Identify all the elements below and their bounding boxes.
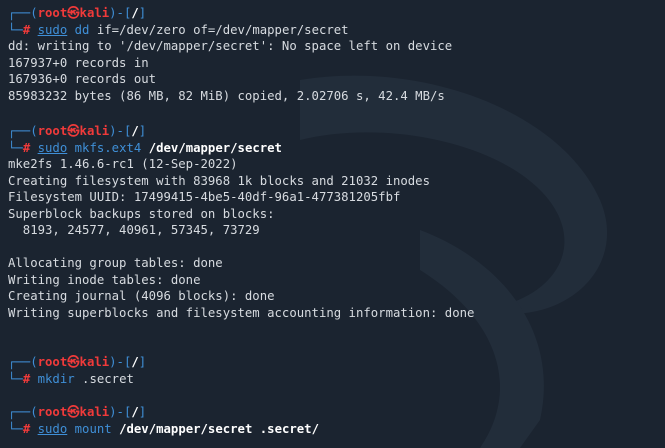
- prompt-box-left: ┌──(: [8, 355, 38, 369]
- prompt-box-mid: )-[: [109, 6, 132, 20]
- command-token: sudo: [37, 22, 68, 37]
- command-token: sudo: [37, 421, 68, 436]
- prompt-box-right: ]: [138, 355, 147, 369]
- prompt-path: /: [131, 124, 139, 138]
- output-line: Writing superblocks and filesystem accou…: [8, 305, 475, 320]
- output-line: Creating journal (4096 blocks): done: [8, 289, 275, 303]
- prompt-header: ┌──(root㉿kali)-[/]: [8, 354, 146, 370]
- prompt-box-right: ]: [138, 405, 147, 419]
- prompt-box-right: ]: [138, 6, 147, 20]
- output-line: Creating filesystem with 83968 1k blocks…: [8, 173, 430, 188]
- output-line: 167936+0 records out: [8, 72, 157, 86]
- command-token: [141, 141, 148, 155]
- prompt-box-mid: )-[: [109, 124, 132, 138]
- prompt-path: /: [131, 355, 139, 369]
- prompt-corner: └─: [8, 22, 23, 37]
- command-token: [112, 422, 119, 436]
- command-token: /dev/mapper/secret .secret/: [119, 421, 319, 436]
- prompt-box-right: ]: [138, 124, 147, 138]
- prompt-box-mid: )-[: [109, 405, 132, 419]
- output-line: Writing inode tables: done: [8, 272, 201, 287]
- prompt-user-host: root㉿kali: [37, 6, 110, 20]
- command-line[interactable]: └─# sudo mount /dev/mapper/secret .secre…: [8, 421, 319, 437]
- prompt-header: ┌──(root㉿kali)-[/]: [8, 123, 146, 139]
- output-line: Filesystem UUID: 17499415-4be5-40df-96a1…: [8, 190, 401, 204]
- prompt-path: /: [131, 6, 139, 20]
- prompt-corner: └─: [8, 421, 23, 436]
- prompt-user-host: root㉿kali: [37, 124, 110, 138]
- output-line: 167937+0 records in: [8, 55, 149, 70]
- prompt-corner: └─: [8, 371, 23, 386]
- command-token: mkdir: [37, 371, 75, 386]
- command-token: mkfs.ext4: [74, 140, 142, 155]
- prompt-header: ┌──(root㉿kali)-[/]: [8, 404, 146, 420]
- command-line[interactable]: └─# sudo mkfs.ext4 /dev/mapper/secret: [8, 140, 282, 156]
- prompt-user-host: root㉿kali: [37, 405, 110, 419]
- prompt-path: /: [131, 405, 139, 419]
- command-token: if=/dev/zero of=/dev/mapper/secret: [89, 22, 349, 37]
- command-token: .secret: [74, 371, 134, 386]
- command-token: dd: [74, 22, 90, 37]
- command-token: mount: [74, 421, 112, 436]
- prompt-box-left: ┌──(: [8, 6, 38, 20]
- output-line: Allocating group tables: done: [8, 256, 223, 270]
- command-token: sudo: [37, 140, 68, 155]
- prompt-header: ┌──(root㉿kali)-[/]: [8, 5, 146, 21]
- prompt-box-left: ┌──(: [8, 124, 38, 138]
- output-line: 85983232 bytes (86 MB, 82 MiB) copied, 2…: [8, 88, 445, 103]
- terminal[interactable]: ┌──(root㉿kali)-[/] └─# sudo dd if=/dev/ze…: [0, 0, 665, 448]
- output-line: mke2fs 1.46.6-rc1 (12-Sep-2022): [8, 157, 238, 171]
- prompt-user-host: root㉿kali: [37, 355, 110, 369]
- output-line: 8193, 24577, 40961, 57345, 73729: [8, 223, 260, 237]
- command-token: [67, 141, 74, 155]
- command-token: [67, 23, 74, 37]
- output-line: dd: writing to '/dev/mapper/secret': No …: [8, 39, 453, 53]
- prompt-box-left: ┌──(: [8, 405, 38, 419]
- output-line: Superblock backups stored on blocks:: [8, 206, 275, 221]
- prompt-corner: └─: [8, 140, 23, 155]
- prompt-box-mid: )-[: [109, 355, 132, 369]
- command-token: /dev/mapper/secret: [148, 140, 282, 155]
- command-line[interactable]: └─# sudo dd if=/dev/zero of=/dev/mapper/…: [8, 22, 349, 38]
- command-line[interactable]: └─# mkdir .secret: [8, 371, 134, 387]
- command-token: [67, 422, 74, 436]
